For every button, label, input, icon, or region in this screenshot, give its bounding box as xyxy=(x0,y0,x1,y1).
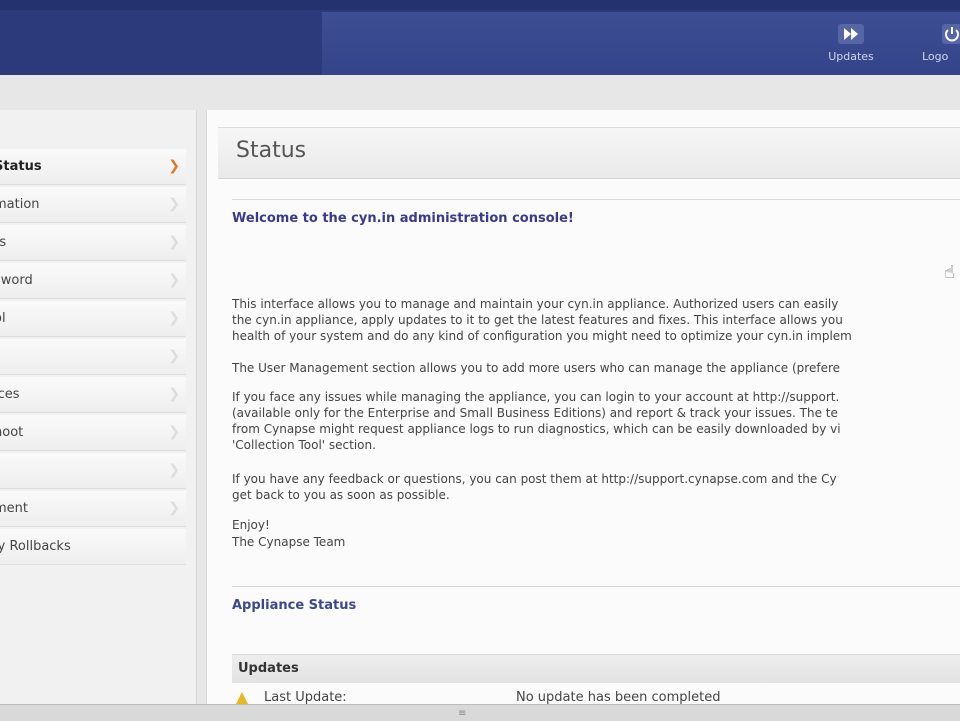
issues-line-2: (available only for the Enterprise and S… xyxy=(232,406,838,420)
sidebar-item-users[interactable]: rs ❯ xyxy=(0,225,186,261)
chevron-right-icon: ❯ xyxy=(168,272,180,288)
sidebar-item-label: Status xyxy=(0,159,42,174)
sidebar-item-tool[interactable]: ol ❯ xyxy=(0,301,186,337)
signoff-team: The Cynapse Team xyxy=(232,535,346,549)
chevron-right-icon: ❯ xyxy=(168,348,180,364)
sidebar-item-label: ol xyxy=(0,311,6,326)
sidebar-item-blank-2[interactable]: ❯ xyxy=(0,453,186,489)
updates-label: Updates xyxy=(828,50,874,63)
sidebar-item-blank-1[interactable]: ❯ xyxy=(0,339,186,375)
appliance-status-heading: Appliance Status xyxy=(232,598,357,613)
page-title: Status xyxy=(236,138,307,163)
logout-label: Logo xyxy=(922,50,949,63)
chevron-right-icon: ❯ xyxy=(168,500,180,516)
issues-line-1: If you face any issues while managing th… xyxy=(232,390,840,404)
chevron-right-icon: ❯ xyxy=(168,386,180,402)
feedback-line-2: get back to you as soon as possible. xyxy=(232,488,450,502)
sidebar-item-label: sword xyxy=(0,273,33,288)
intro-line-2: the cyn.in appliance, apply updates to i… xyxy=(232,313,843,327)
sidebar-item-information[interactable]: mation ❯ xyxy=(0,187,186,223)
intro-line-3: health of your system and do any kind of… xyxy=(232,329,852,343)
last-update-value: No update has been completed xyxy=(516,690,721,705)
sidebar-item-label: mation xyxy=(0,197,40,212)
sidebar-item-label: ly Rollbacks xyxy=(0,539,71,554)
chevron-right-icon: ❯ xyxy=(168,310,180,326)
logout-button[interactable]: Logo xyxy=(922,20,960,70)
power-icon xyxy=(922,24,960,44)
horizontal-scrollbar[interactable] xyxy=(0,704,960,721)
header-top-strip xyxy=(0,0,960,10)
chevron-right-icon: ❯ xyxy=(168,462,180,478)
updates-section-bar xyxy=(232,654,960,683)
intro-line-1: This interface allows you to manage and … xyxy=(232,297,839,311)
fast-forward-icon xyxy=(816,24,886,44)
sidebar-item-reboot[interactable]: noot ❯ xyxy=(0,415,186,451)
updates-button[interactable]: Updates xyxy=(816,20,886,70)
signoff-enjoy: Enjoy! xyxy=(232,518,270,532)
chevron-right-icon: ❯ xyxy=(168,424,180,440)
chevron-right-icon: ❯ xyxy=(168,234,180,250)
issues-line-3: from Cynapse might request appliance log… xyxy=(232,422,841,436)
sidebar-item-label: noot xyxy=(0,425,24,440)
sidebar-item-password[interactable]: sword ❯ xyxy=(0,263,186,299)
scrollbar-grip-icon[interactable]: ≡ xyxy=(458,708,466,719)
sidebar-item-rollbacks[interactable]: ly Rollbacks xyxy=(0,529,186,565)
sidebar-item-status[interactable]: Status ❯ xyxy=(0,149,186,185)
chevron-right-icon: ❯ xyxy=(168,158,180,174)
divider xyxy=(232,586,960,587)
sidebar-item-services[interactable]: ices ❯ xyxy=(0,377,186,413)
welcome-heading: Welcome to the cyn.in administration con… xyxy=(232,211,574,226)
chevron-right-icon: ❯ xyxy=(168,196,180,212)
page-title-bar xyxy=(218,127,960,179)
feedback-line-1: If you have any feedback or questions, y… xyxy=(232,472,837,486)
last-update-label: Last Update: xyxy=(264,690,347,705)
updates-heading: Updates xyxy=(238,661,299,676)
mouse-cursor-icon: ☝ xyxy=(944,262,955,283)
sidebar-item-label: ices xyxy=(0,387,20,402)
issues-line-4: 'Collection Tool' section. xyxy=(232,438,376,452)
user-management-text: The User Management section allows you t… xyxy=(232,361,840,375)
sidebar-item-label: rs xyxy=(0,235,7,250)
divider xyxy=(232,199,960,200)
sidebar-item-management[interactable]: ment ❯ xyxy=(0,491,186,527)
warning-icon xyxy=(236,692,248,704)
sidebar-item-label: ment xyxy=(0,501,28,516)
